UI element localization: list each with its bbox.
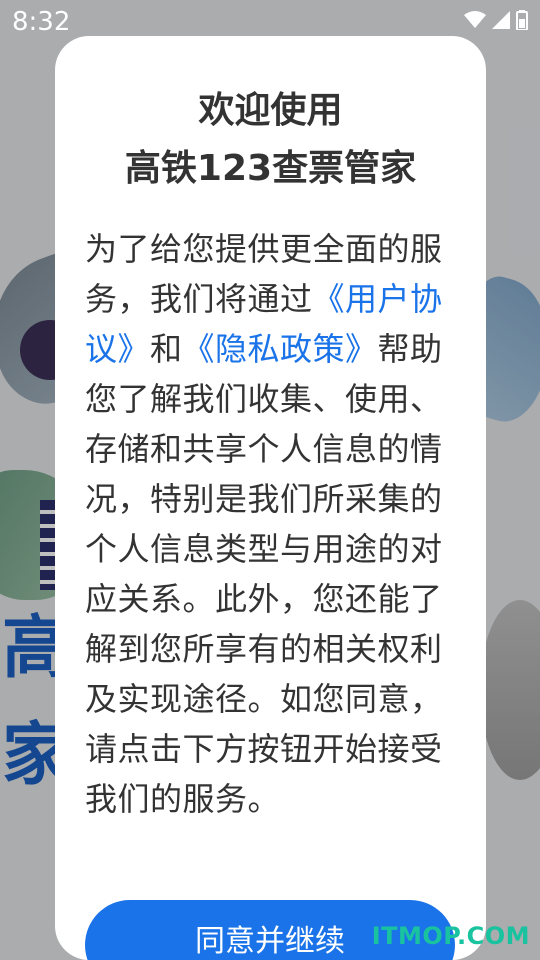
dialog-title-line1: 欢迎使用 [198,90,343,131]
signal-icon [492,11,510,33]
status-time: 8:32 [12,7,71,37]
dialog-body: 为了给您提供更全面的服务，我们将通过《用户协议》和《隐私政策》帮助您了解我们收集… [85,224,444,824]
privacy-dialog: 欢迎使用 高铁123查票管家 为了给您提供更全面的服务，我们将通过《用户协议》和… [55,36,486,960]
dialog-title: 欢迎使用 高铁123查票管家 [55,82,486,198]
privacy-policy-link[interactable]: 《隐私政策》 [183,330,378,368]
status-icons [464,10,528,34]
body-text: 帮助您了解我们收集、使用、存储和共享个人信息的情况，特别是我们所采集的个人信息类… [85,330,443,818]
watermark-logo: ITMOP.COM [371,922,530,950]
body-text: 和 [150,330,183,368]
dialog-title-line2: 高铁123查票管家 [124,148,417,189]
wifi-icon [464,11,486,33]
battery-icon [516,10,528,34]
